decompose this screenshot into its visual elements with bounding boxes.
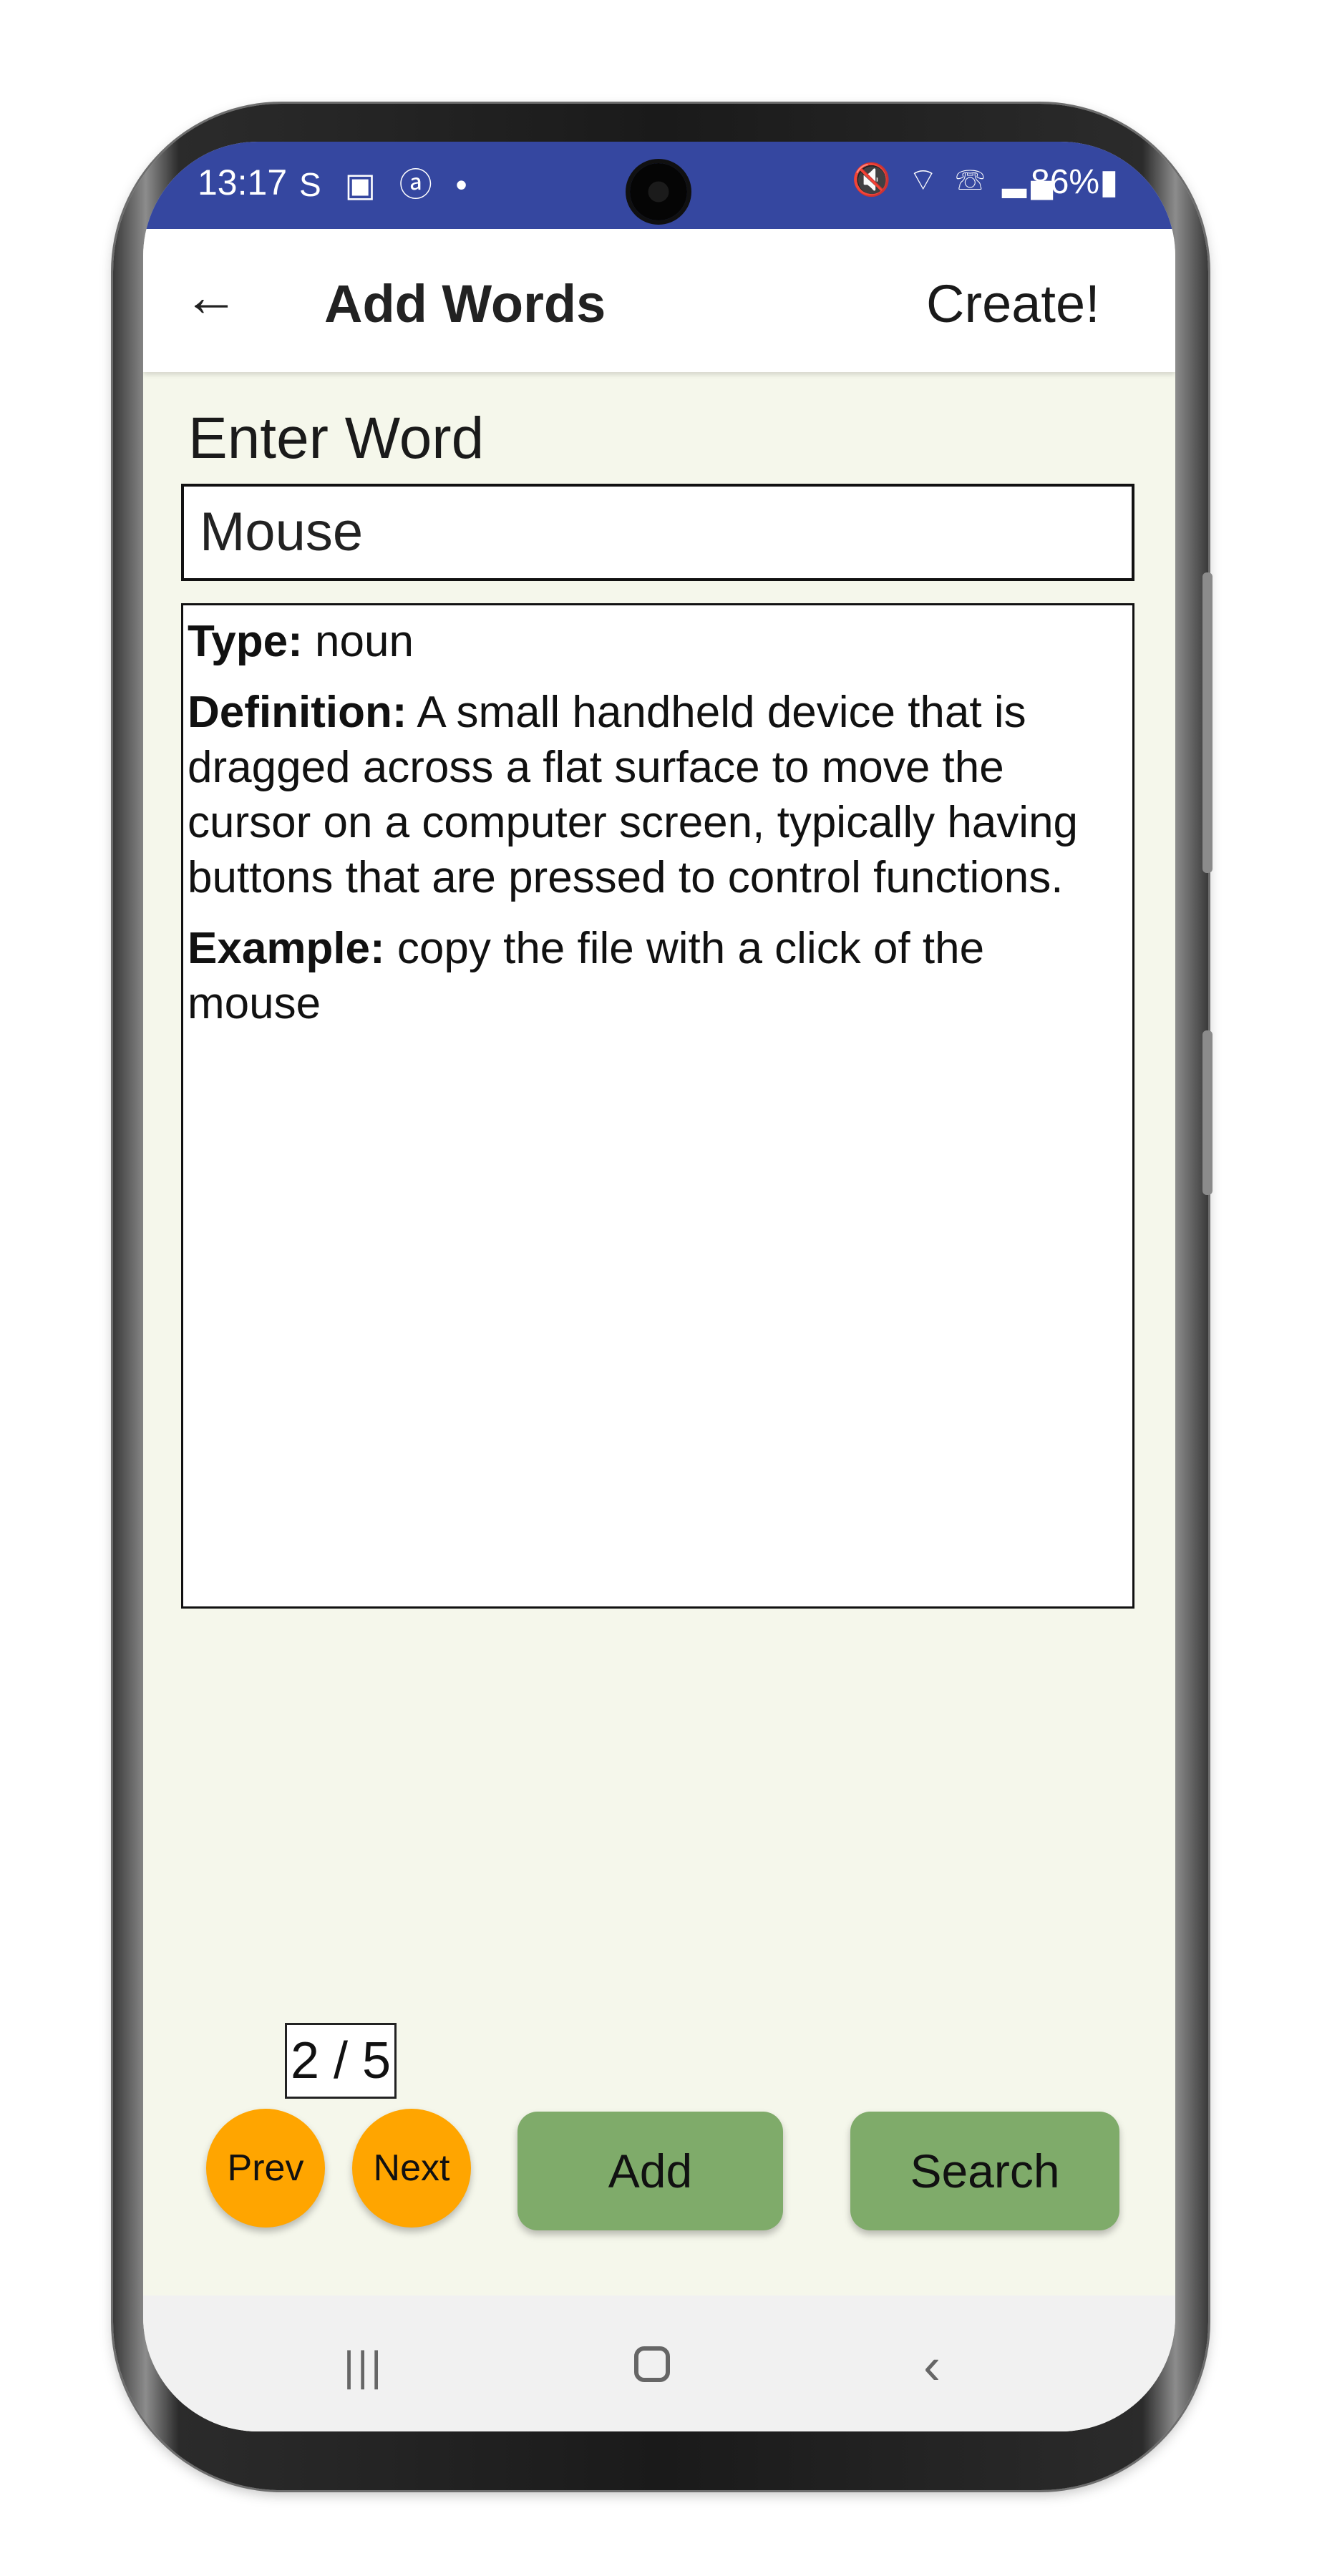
back-arrow-icon[interactable]: ←: [183, 268, 239, 324]
home-icon[interactable]: [634, 2346, 670, 2382]
page-counter: 2 / 5: [285, 2023, 397, 2099]
prev-button[interactable]: Prev: [206, 2109, 325, 2228]
volume-button: [1202, 572, 1212, 873]
recent-apps-icon[interactable]: |||: [344, 2343, 384, 2391]
nav-back-icon[interactable]: ‹: [923, 2337, 941, 2396]
system-status-icons: 🔇 ⌔ ☏ ▂▄: [852, 162, 1058, 197]
definition-row: Definition: A small handheld device that…: [188, 685, 1128, 905]
create-button[interactable]: Create!: [926, 273, 1100, 334]
type-label: Type:: [188, 617, 303, 666]
app-bar: ← Add Words Create!: [143, 229, 1175, 372]
status-bar: 13:17 S ▣ ⓐ • 🔇 ⌔ ☏ ▂▄ 86%▮: [143, 142, 1175, 229]
enter-word-label: Enter Word: [188, 406, 485, 471]
add-button[interactable]: Add: [517, 2112, 783, 2230]
type-row: Type: noun: [188, 614, 1128, 669]
front-camera-icon: [630, 163, 687, 220]
example-row: Example: copy the file with a click of t…: [188, 921, 1128, 1031]
notification-icons: S ▣ ⓐ •: [299, 166, 475, 203]
status-time: 13:17: [198, 162, 288, 203]
type-value: noun: [315, 617, 414, 666]
system-nav-bar: ||| ‹: [143, 2296, 1175, 2431]
page-title: Add Words: [324, 274, 606, 333]
battery-indicator: 86%▮: [1031, 163, 1119, 201]
definition-label: Definition:: [188, 688, 407, 737]
search-button[interactable]: Search: [850, 2112, 1119, 2230]
next-button[interactable]: Next: [352, 2109, 471, 2228]
definition-box: Type: noun Definition: A small handheld …: [181, 603, 1134, 1609]
word-input[interactable]: Mouse: [181, 484, 1134, 581]
example-label: Example:: [188, 924, 385, 973]
power-button: [1202, 1030, 1212, 1195]
phone-screen: 13:17 S ▣ ⓐ • 🔇 ⌔ ☏ ▂▄ 86%▮ ← Add Words …: [143, 142, 1175, 2431]
